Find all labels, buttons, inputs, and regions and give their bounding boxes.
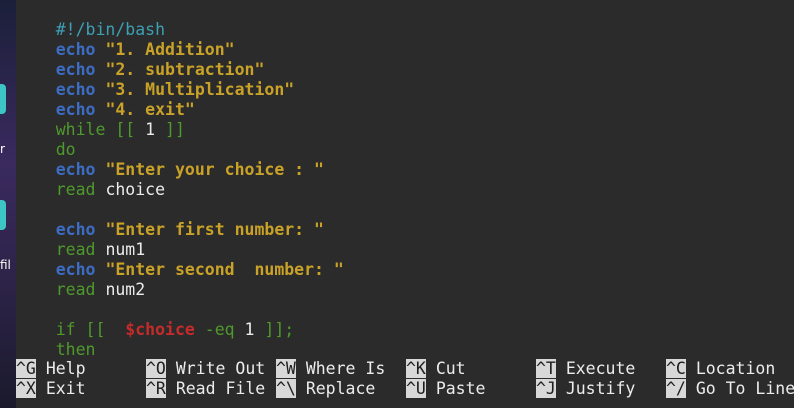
shortcut-label: Location: [695, 359, 776, 378]
shortcut-key: ^U: [406, 379, 426, 398]
shortcut-replace[interactable]: ^\ Replace: [276, 379, 375, 399]
shortcut-label: Write Out: [175, 359, 266, 378]
code-line: echo "4. exit": [16, 80, 195, 119]
variable-name: choice: [105, 180, 166, 199]
shortcut-key: ^K: [406, 359, 426, 378]
desktop-app-icon[interactable]: [0, 84, 6, 114]
shortcut-label: Cut: [435, 359, 466, 378]
shortcut-label: Help: [45, 359, 86, 378]
shortcut-label: Where Is: [305, 359, 386, 378]
shortcut-key: ^W: [276, 359, 296, 378]
shortcut-key: ^R: [146, 379, 166, 398]
shortcut-help[interactable]: ^G Help: [16, 359, 86, 379]
shortcut-label: Read File: [175, 379, 266, 398]
code-line: echo "1. Addition": [16, 20, 235, 59]
shortcut-label: Exit: [45, 379, 86, 398]
desktop-icon-label: r: [0, 142, 5, 156]
desktop-background-strip: r fil: [0, 0, 16, 408]
shortcut-paste[interactable]: ^U Paste: [406, 379, 485, 399]
shortcut-execute[interactable]: ^T Execute: [536, 359, 635, 379]
shortcut-justify[interactable]: ^J Justify: [536, 379, 635, 399]
code-line: read num1: [16, 220, 145, 259]
shortcut-location[interactable]: ^C Location: [666, 359, 775, 379]
shortcut-write-out[interactable]: ^O Write Out: [146, 359, 265, 379]
desktop-app-icon[interactable]: [0, 200, 6, 230]
bracket-close: ]]: [155, 120, 185, 139]
code-line: read choice: [16, 160, 165, 199]
shortcut-key: ^T: [536, 359, 556, 378]
shortcut-read-file[interactable]: ^R Read File: [146, 379, 265, 399]
shortcut-key: ^X: [16, 379, 36, 398]
shortcut-label: Paste: [435, 379, 486, 398]
shortcut-key: ^C: [666, 359, 686, 378]
code-line: echo "Enter second number: ": [16, 240, 344, 279]
code-line: echo "2. subtraction": [16, 40, 265, 79]
desktop-icon-label: fil: [0, 258, 11, 272]
shortcut-key: ^O: [146, 359, 166, 378]
code-line: then: [16, 320, 96, 359]
shortcut-exit[interactable]: ^X Exit: [16, 379, 86, 399]
shortcut-where-is[interactable]: ^W Where Is: [276, 359, 385, 379]
code-line: echo "Enter first number: ": [16, 200, 324, 239]
shortcut-key: ^/: [666, 379, 686, 398]
code-line: do: [16, 120, 76, 159]
shortcut-key: ^J: [536, 379, 556, 398]
shortcut-label: Justify: [565, 379, 636, 398]
shortcut-label: Go To Line: [695, 379, 794, 398]
variable-name: num2: [105, 280, 146, 299]
code-line: read num2: [16, 260, 145, 299]
shortcut-key: ^\: [276, 379, 296, 398]
shortcut-go-to-line[interactable]: ^/ Go To Line: [666, 379, 794, 399]
code-line: echo "3. Multiplication": [16, 60, 294, 99]
keyword-read: read: [55, 280, 96, 299]
bracket-close: ]];: [254, 320, 295, 339]
shortcut-label: Replace: [305, 379, 376, 398]
keyword-read: read: [55, 180, 96, 199]
operator-eq: -eq: [194, 320, 245, 339]
code-line: while [[ 1 ]]: [16, 100, 185, 139]
shortcut-label: Execute: [565, 359, 636, 378]
nano-editor-buffer[interactable]: #!/bin/bash echo "1. Addition" echo "2. …: [16, 0, 794, 408]
shortcut-key: ^G: [16, 359, 36, 378]
keyword-then: then: [55, 340, 96, 359]
number-literal: 1: [244, 320, 255, 339]
variable-reference: $choice: [125, 320, 195, 339]
code-line: if [[ $choice -eq 1 ]];: [16, 300, 294, 339]
code-line: echo "Enter your choice : ": [16, 140, 324, 179]
code-line: #!/bin/bash: [16, 0, 165, 39]
shortcut-cut[interactable]: ^K Cut: [406, 359, 466, 379]
number-literal: 1: [145, 120, 156, 139]
